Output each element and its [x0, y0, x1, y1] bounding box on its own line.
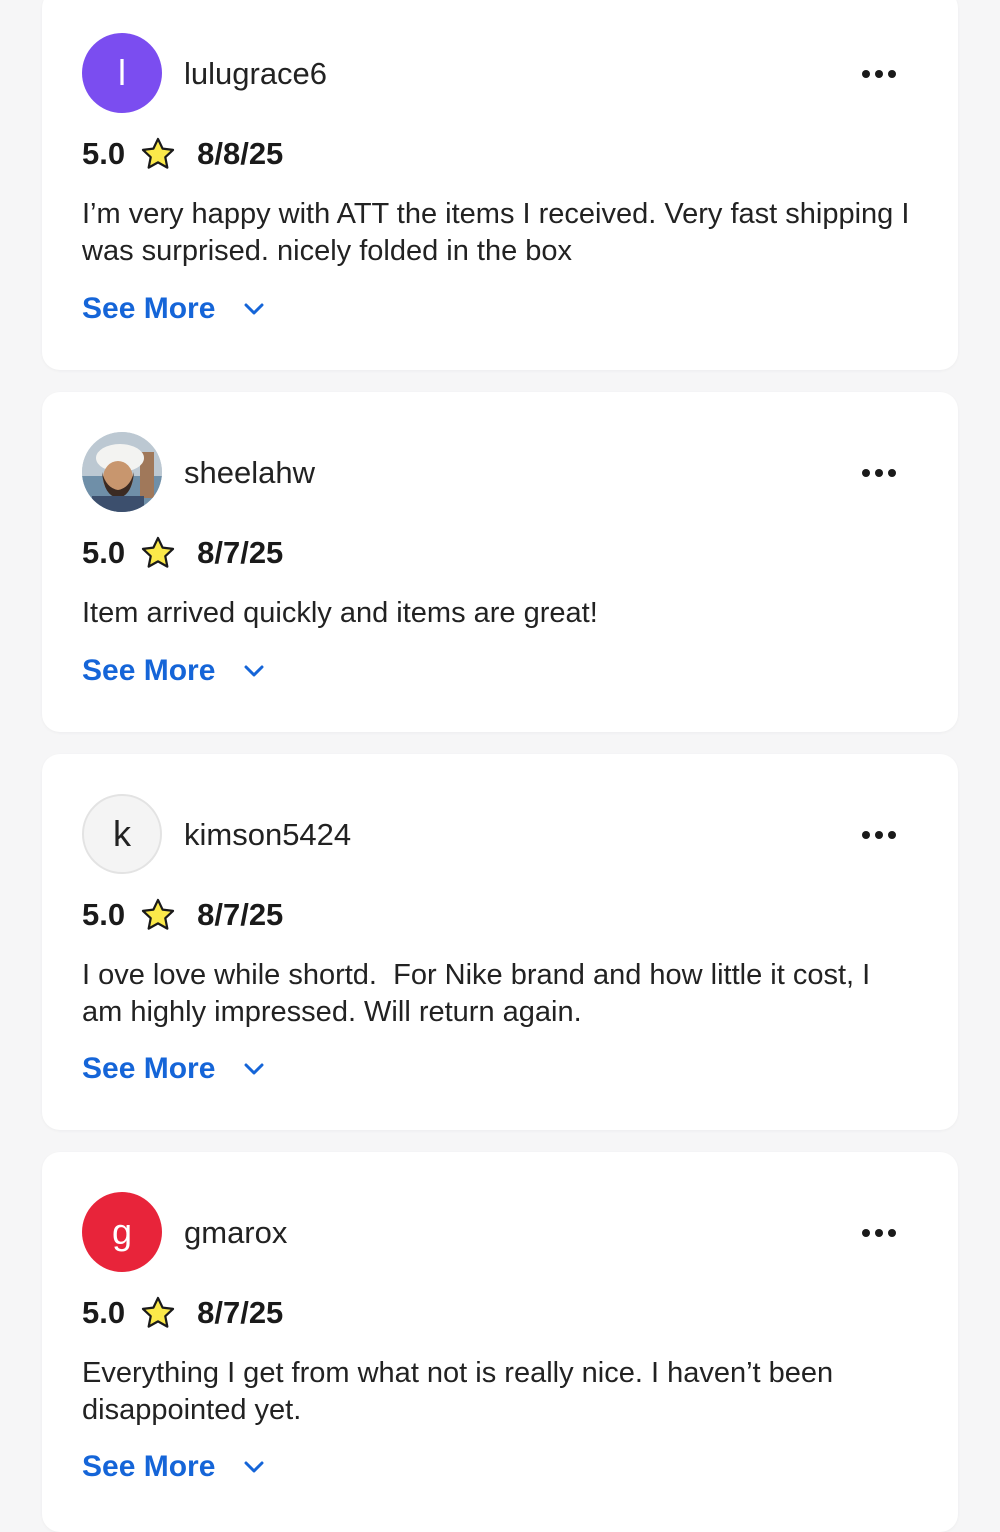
chevron-down-icon	[244, 665, 264, 677]
see-more-button[interactable]: See More	[82, 1450, 265, 1484]
more-options-icon[interactable]	[862, 70, 896, 78]
avatar[interactable]	[82, 432, 162, 512]
see-more-label: See More	[82, 292, 216, 325]
rating-row: 5.0 8/7/25	[82, 1294, 283, 1332]
chevron-down-icon	[244, 303, 264, 315]
chevron-down-icon	[244, 1461, 264, 1473]
rating-value: 5.0	[82, 1295, 126, 1330]
rating-row: 5.0 8/8/25	[82, 135, 283, 173]
avatar-letter: k	[113, 813, 131, 854]
avatar[interactable]: l	[82, 33, 162, 113]
avatar-letter: l	[118, 52, 126, 93]
review-date: 8/7/25	[197, 1295, 284, 1330]
avatar-letter: g	[111, 1211, 133, 1252]
review-date: 8/7/25	[197, 535, 284, 570]
avatar[interactable]: k	[82, 794, 162, 874]
review-text: Item arrived quickly and items are great…	[82, 597, 598, 629]
rating-row: 5.0 8/7/25	[82, 534, 283, 572]
star-icon	[141, 137, 175, 169]
review-text: Everything I get from what not is really…	[82, 1357, 834, 1426]
review-card: l lulugrace6 5.0 8/8/25 I’m very happy w…	[42, 0, 958, 370]
rating-row: 5.0 8/7/25	[82, 896, 283, 934]
chevron-down-icon	[244, 1063, 264, 1075]
more-options-icon[interactable]	[862, 1229, 896, 1237]
avatar[interactable]: g	[82, 1192, 162, 1272]
see-more-label: See More	[82, 1052, 216, 1085]
username[interactable]: lulugrace6	[184, 56, 327, 92]
review-text: I’m very happy with ATT the items I rece…	[82, 198, 910, 267]
star-icon	[141, 536, 175, 568]
username[interactable]: sheelahw	[184, 455, 315, 491]
review-date: 8/7/25	[197, 897, 284, 932]
review-card: sheelahw 5.0 8/7/25 Item arrived quickly…	[42, 392, 958, 732]
review-date: 8/8/25	[197, 136, 284, 171]
review-card: g gmarox 5.0 8/7/25 Everything I get fro…	[42, 1152, 958, 1532]
rating-value: 5.0	[82, 136, 126, 171]
profile-photo	[82, 432, 162, 512]
more-options-icon[interactable]	[862, 469, 896, 477]
username[interactable]: gmarox	[184, 1215, 287, 1251]
see-more-label: See More	[82, 654, 216, 687]
rating-value: 5.0	[82, 897, 126, 932]
see-more-label: See More	[82, 1450, 216, 1483]
more-options-icon[interactable]	[862, 831, 896, 839]
review-text: I ove love while shortd. For Nike brand …	[82, 959, 879, 1028]
star-icon	[141, 898, 175, 930]
star-icon	[141, 1296, 175, 1328]
see-more-button[interactable]: See More	[82, 654, 265, 688]
see-more-button[interactable]: See More	[82, 1052, 265, 1086]
review-card: k kimson5424 5.0 8/7/25 I ove love while…	[42, 754, 958, 1130]
rating-value: 5.0	[82, 535, 126, 570]
see-more-button[interactable]: See More	[82, 292, 265, 326]
username[interactable]: kimson5424	[184, 817, 351, 853]
